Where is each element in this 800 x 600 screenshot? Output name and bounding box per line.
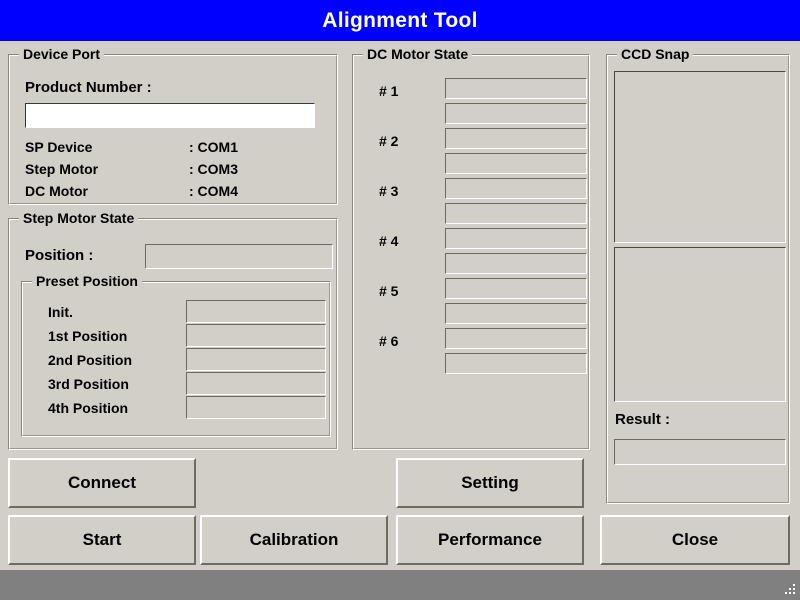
close-button[interactable]: Close bbox=[600, 515, 790, 565]
dc-motor-5-field-b[interactable] bbox=[445, 303, 587, 324]
dc-motor-5-label: # 5 bbox=[379, 283, 399, 299]
dc-motor-4-field-b[interactable] bbox=[445, 253, 587, 274]
dc-motor-state-group-title: DC Motor State bbox=[363, 46, 473, 62]
dc-motor-4-field-a[interactable] bbox=[445, 228, 587, 249]
product-number-input[interactable] bbox=[25, 103, 315, 128]
dc-motor-label: DC Motor bbox=[25, 183, 88, 199]
device-port-group: Device Port Product Number : SP Device :… bbox=[8, 46, 338, 205]
dc-motor-2-field-b[interactable] bbox=[445, 153, 587, 174]
ccd-preview-bottom[interactable] bbox=[614, 247, 786, 402]
status-bar bbox=[0, 570, 800, 600]
dc-motor-6-field-b[interactable] bbox=[445, 353, 587, 374]
sp-device-value: : COM1 bbox=[189, 139, 238, 155]
step-motor-state-group-title: Step Motor State bbox=[19, 210, 139, 226]
result-label: Result : bbox=[615, 411, 671, 428]
performance-button[interactable]: Performance bbox=[396, 515, 584, 565]
resize-grip-icon[interactable] bbox=[781, 582, 797, 598]
ccd-snap-group-title: CCD Snap bbox=[617, 46, 694, 62]
ccd-preview-top[interactable] bbox=[614, 71, 786, 243]
step-motor-value: : COM3 bbox=[189, 161, 238, 177]
dc-motor-6-field-a[interactable] bbox=[445, 328, 587, 349]
device-port-group-title: Device Port bbox=[19, 46, 105, 62]
dc-motor-2-label: # 2 bbox=[379, 133, 399, 149]
window-title-bar: Alignment Tool bbox=[0, 0, 800, 41]
preset-3rd-label: 3rd Position bbox=[48, 376, 129, 392]
dc-motor-value: : COM4 bbox=[189, 183, 238, 199]
device-port-group-bevel bbox=[9, 55, 337, 204]
preset-1st-label: 1st Position bbox=[48, 328, 128, 344]
preset-1st-field[interactable] bbox=[186, 324, 326, 347]
preset-position-group: Preset Position Init. 1st Position 2nd P… bbox=[21, 273, 331, 437]
preset-4th-field[interactable] bbox=[186, 396, 326, 419]
dc-motor-state-group: DC Motor State # 1 # 2 # 3 # 4 # 5 # 6 bbox=[352, 46, 590, 450]
ccd-snap-group: CCD Snap Result : bbox=[606, 46, 790, 504]
step-motor-label: Step Motor bbox=[25, 161, 99, 177]
preset-3rd-field[interactable] bbox=[186, 372, 326, 395]
alignment-tool-window: Alignment Tool Device Port Product Numbe… bbox=[0, 0, 800, 600]
dc-motor-6-label: # 6 bbox=[379, 333, 399, 349]
preset-init-label: Init. bbox=[48, 304, 73, 320]
start-button[interactable]: Start bbox=[8, 515, 196, 565]
result-field[interactable] bbox=[614, 439, 786, 465]
calibration-button[interactable]: Calibration bbox=[200, 515, 388, 565]
result-secondary-field[interactable] bbox=[614, 469, 786, 493]
preset-init-field[interactable] bbox=[186, 300, 326, 323]
dc-motor-5-field-a[interactable] bbox=[445, 278, 587, 299]
preset-position-group-title: Preset Position bbox=[32, 273, 142, 289]
preset-2nd-label: 2nd Position bbox=[48, 352, 132, 368]
dc-motor-4-label: # 4 bbox=[379, 233, 399, 249]
setting-button[interactable]: Setting bbox=[396, 458, 584, 508]
dc-motor-1-field-b[interactable] bbox=[445, 103, 587, 124]
dc-motor-1-label: # 1 bbox=[379, 83, 399, 99]
product-number-label: Product Number : bbox=[25, 79, 152, 96]
position-label: Position : bbox=[25, 247, 94, 264]
window-title: Alignment Tool bbox=[322, 8, 478, 32]
dc-motor-2-field-a[interactable] bbox=[445, 128, 587, 149]
dc-motor-3-field-b[interactable] bbox=[445, 203, 587, 224]
dc-motor-3-field-a[interactable] bbox=[445, 178, 587, 199]
preset-4th-label: 4th Position bbox=[48, 400, 129, 416]
dc-motor-3-label: # 3 bbox=[379, 183, 399, 199]
sp-device-label: SP Device bbox=[25, 139, 93, 155]
dc-motor-1-field-a[interactable] bbox=[445, 78, 587, 99]
preset-2nd-field[interactable] bbox=[186, 348, 326, 371]
step-motor-state-group: Step Motor State Position : Preset Posit… bbox=[8, 210, 338, 450]
position-field[interactable] bbox=[145, 244, 333, 269]
connect-button[interactable]: Connect bbox=[8, 458, 196, 508]
